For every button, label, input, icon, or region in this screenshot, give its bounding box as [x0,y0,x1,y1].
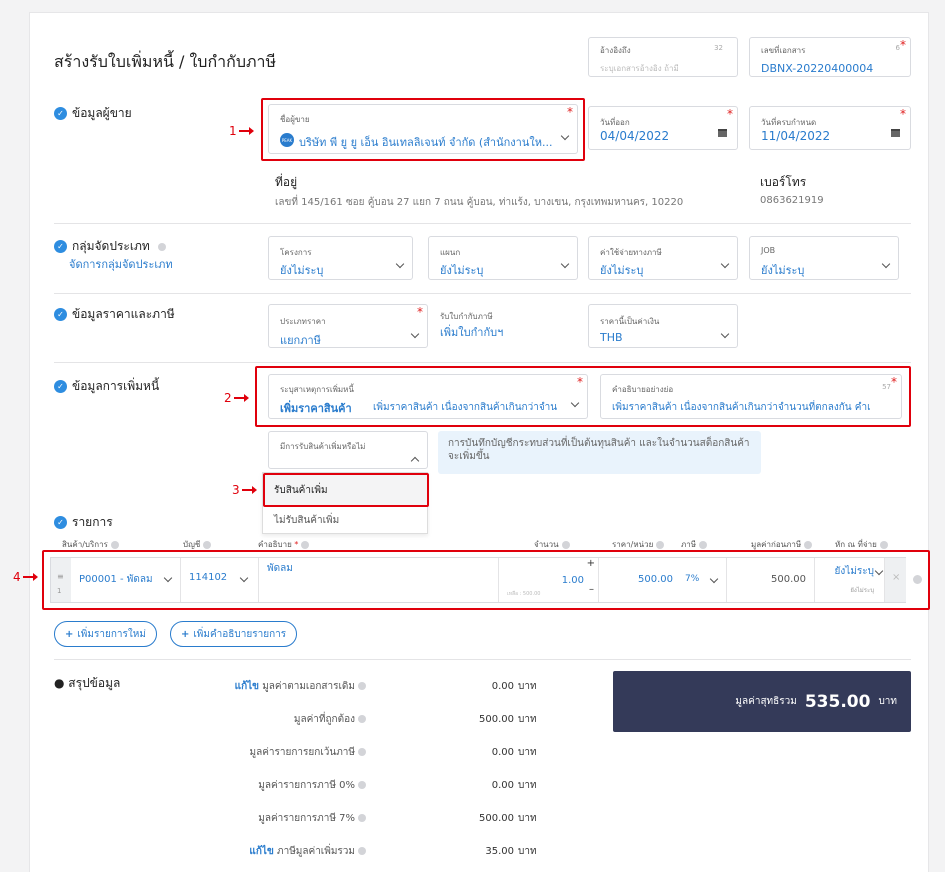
edit-link[interactable]: แก้ไข [235,681,259,692]
tax-select[interactable]: 7% [679,558,727,602]
annotation-2: 2 [224,391,249,405]
chevron-down-icon [395,259,405,269]
chevron-down-icon [570,398,580,408]
currency-select[interactable]: ราคานี้เป็นค่าเงิน THB [588,304,738,348]
add-row-button[interactable]: + เพิ่มรายการใหม่ [54,621,157,647]
seller-section-title: ✓ ข้อมูลผู้ขาย [54,104,132,123]
due-date-field[interactable]: วันที่ครบกำหนด * 11/04/2022 [749,106,911,150]
minus-icon[interactable]: – [589,584,594,595]
address-value: เลขที่ 145/161 ซอย คู้บอน 27 แยก 7 ถนน ค… [275,197,684,208]
doc-number-field[interactable]: เลขที่เอกสาร 6 * DBNX-20220400004 [749,37,911,77]
manage-category-link[interactable]: จัดการกลุ่มจัดประเภท [69,255,173,273]
add-description-button[interactable]: + เพิ่มคำอธิบายรายการ [170,621,298,647]
page-title: สร้างรับใบเพิ่มหนี้ / ใบกำกับภาษี [54,52,277,71]
summary-line: มูลค่ารายการภาษี 7% [166,811,366,826]
plus-icon[interactable]: + [587,558,595,569]
info-icon [913,575,922,584]
category-section-title: ✓ กลุ่มจัดประเภท [54,237,166,256]
department-select[interactable]: แผนก ยังไม่ระบุ [428,236,578,280]
issue-date-field[interactable]: วันที่ออก * 04/04/2022 [588,106,738,150]
pricing-section-title: ✓ ข้อมูลราคาและภาษี [54,305,175,324]
summary-line: มูลค่ารายการยกเว้นภาษี [166,745,366,760]
project-select[interactable]: โครงการ ยังไม่ระบุ [268,236,413,280]
quantity-stepper[interactable]: 1.00 เหลือ : 500.00 + – [499,558,599,602]
summary-value: 500.00 บาท [479,813,537,824]
chevron-down-icon [874,566,884,576]
summary-line: มูลค่ารายการภาษี 0% [166,778,366,793]
summary-value: 0.00 บาท [491,747,537,758]
annotation-4: 4 [13,570,38,584]
chevron-down-icon [410,329,420,339]
chevron-up-icon [410,456,420,466]
calendar-icon [891,129,900,137]
chevron-down-icon [560,259,570,269]
check-icon: ✓ [54,308,67,321]
unit-price-input[interactable]: 500.00 [599,558,679,602]
short-description-field[interactable]: คำอธิบายอย่างย่อ 57 * เพิ่มราคาสินค้า เน… [600,374,902,419]
reference-field[interactable]: อ้างอิงถึง 32 ระบุเอกสารอ้างอิง ถ้ามี [588,37,738,77]
summary-value: 500.00 บาท [479,714,537,725]
drag-handle[interactable]: ≡ 1 [51,558,71,602]
withholding-select[interactable]: ยังไม่ระบุ ยังไม่ระบุ [815,558,885,602]
receive-goods-select[interactable]: มีการรับสินค้าเพิ่มหรือไม่ [268,431,428,469]
address-label: ที่อยู่ [275,175,298,189]
summary-value: 35.00 บาท [485,846,537,857]
reference-placeholder: ระบุเอกสารอ้างอิง ถ้ามี [600,64,679,73]
divider [54,293,911,294]
tax-invoice-label: รับใบกำกับภาษี [440,312,493,321]
check-icon: ✓ [54,107,67,120]
highlight-box-3 [263,473,429,507]
table-row: ≡ 1 P00001 - พัดลม 114102 พัดลม 1.00 เหลื… [50,557,906,603]
summary-value: 0.00 บาท [491,681,537,692]
check-icon: ✓ [54,240,67,253]
info-icon [157,242,166,251]
summary-line: มูลค่าที่ถูกต้อง [166,712,366,727]
chevron-down-icon [720,259,730,269]
check-icon: ✓ [54,516,67,529]
calendar-icon [718,129,727,137]
edit-link[interactable]: แก้ไข [249,846,273,857]
divider [54,362,911,363]
chevron-down-icon [881,259,891,269]
tax-invoice-value[interactable]: เพิ่มใบกำกับฯ [440,323,503,341]
summary-value: 0.00 บาท [491,780,537,791]
summary-line: แก้ไข มูลค่าตามเอกสารเดิม [166,679,366,694]
price-type-select[interactable]: ประเภทราคา * แยกภาษี [268,304,428,348]
summary-line: แก้ไข ภาษีมูลค่าเพิ่มรวม [166,844,366,859]
debit-reason-value: เพิ่มราคาสินค้า เนื่องจากสินค้าเกินกว่าจ… [373,402,558,413]
option-no-receive-goods[interactable]: ไม่รับสินค้าเพิ่ม [263,507,427,533]
net-total-value: 535.00 [804,691,871,712]
phone-label: เบอร์โทร [760,175,807,189]
job-select[interactable]: JOB ยังไม่ระบุ [749,236,899,280]
phone-value: 0863621919 [760,195,824,206]
annotation-3: 3 [232,483,257,497]
chevron-down-icon [720,329,730,339]
debit-reason-bold: เพิ่มราคาสินค้า [280,402,352,415]
tax-expense-select[interactable]: ค่าใช้จ่ายทางภาษี ยังไม่ระบุ [588,236,738,280]
items-section-title: ✓ รายการ [54,513,113,532]
product-select[interactable]: P00001 - พัดลม [71,558,181,602]
net-total-box: มูลค่าสุทธิรวม 535.00 บาท [613,671,911,732]
check-icon: ✓ [54,380,67,393]
debit-reason-select[interactable]: ระบุสาเหตุการเพิ่มหนี้ * เพิ่มราคาสินค้า… [268,374,588,419]
debit-section-title: ✓ ข้อมูลการเพิ่มหนี้ [54,377,159,396]
summary-section-title: ● สรุปข้อมูล [54,676,121,690]
remove-row-icon[interactable]: × [885,558,906,602]
divider [54,223,911,224]
annotation-1: 1 [229,124,254,138]
account-select[interactable]: 114102 [181,558,259,602]
hint-box: การบันทึกบัญชีกระทบส่วนที่เป็นต้นทุนสินค… [438,431,761,474]
highlight-box-1 [261,98,585,161]
description-input[interactable]: พัดลม [259,558,499,602]
divider [54,659,911,660]
pretax-value: 500.00 [727,558,815,602]
doc-number-value: DBNX-20220400004 [761,62,874,75]
